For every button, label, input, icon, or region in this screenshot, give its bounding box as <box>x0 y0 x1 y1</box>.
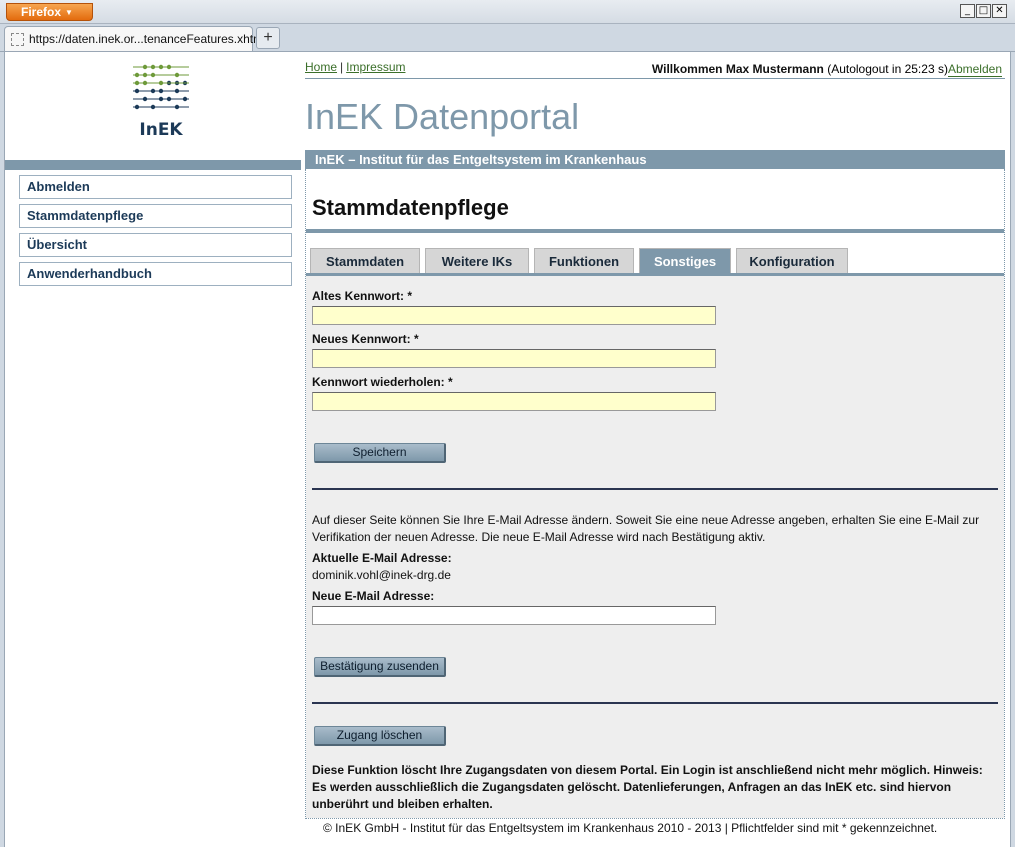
new-email-field[interactable] <box>312 606 716 625</box>
page-title: Stammdatenpflege <box>312 195 509 220</box>
autologout-timer: (Autologout in 25:23 s) <box>827 62 948 76</box>
tab-weitere-iks[interactable]: Weitere IKs <box>425 248 529 273</box>
institute-banner: InEK – Institut für das Entgeltsystem im… <box>305 150 1005 169</box>
new-email-label: Neue E-Mail Adresse: <box>312 589 435 603</box>
sidebar-item-stammdatenpflege[interactable]: Stammdatenpflege <box>19 204 292 228</box>
page-favicon-icon <box>11 33 24 46</box>
save-button[interactable]: Speichern <box>314 443 446 463</box>
page-footer: © InEK GmbH - Institut für das Entgeltsy… <box>323 821 938 835</box>
sidebar-item-anwenderhandbuch[interactable]: Anwenderhandbuch <box>19 262 292 286</box>
sonstiges-panel: Altes Kennwort: * Neues Kennwort: * Kenn… <box>306 276 1004 818</box>
browser-tabbar: https://daten.inek.or...tenanceFeatures.… <box>0 24 1015 52</box>
top-nav-links: Home | Impressum <box>305 60 405 74</box>
heading-divider <box>306 229 1004 233</box>
sidebar-item-uebersicht[interactable]: Übersicht <box>19 233 292 257</box>
old-password-field[interactable] <box>312 306 716 325</box>
browser-tab-title: https://daten.inek.or...tenanceFeatures.… <box>29 32 266 46</box>
browser-titlebar: Firefox ▼ _ □ ✕ <box>0 0 1015 24</box>
repeat-password-label: Kennwort wiederholen: * <box>312 375 453 389</box>
close-window-button[interactable]: ✕ <box>992 4 1007 18</box>
minimize-button[interactable]: _ <box>960 4 975 18</box>
delete-account-button[interactable]: Zugang löschen <box>314 726 446 746</box>
logout-link[interactable]: Abmelden <box>947 62 1002 77</box>
current-email-value: dominik.vohl@inek-drg.de <box>312 568 451 582</box>
new-password-field[interactable] <box>312 349 716 368</box>
new-tab-button[interactable]: + <box>256 27 280 49</box>
link-separator: | <box>340 60 344 74</box>
current-email-label: Aktuelle E-Mail Adresse: <box>312 551 452 565</box>
sidebar-item-abmelden[interactable]: Abmelden <box>19 175 292 199</box>
inek-logo: InEK <box>133 64 189 139</box>
email-info-text: Auf dieser Seite können Sie Ihre E-Mail … <box>312 513 980 544</box>
welcome-status: Willkommen Max Mustermann (Autologout in… <box>651 62 1002 77</box>
tab-sonstiges[interactable]: Sonstiges <box>639 248 731 273</box>
maximize-button[interactable]: □ <box>976 4 991 18</box>
main-content: Stammdatenpflege Stammdaten Weitere IKs … <box>305 169 1005 819</box>
tab-funktionen[interactable]: Funktionen <box>534 248 634 273</box>
dropdown-arrow-icon: ▼ <box>65 7 73 17</box>
browser-tab[interactable]: https://daten.inek.or...tenanceFeatures.… <box>4 26 266 51</box>
firefox-menu-label: Firefox <box>21 5 62 19</box>
tab-konfiguration[interactable]: Konfiguration <box>736 248 848 273</box>
tab-stammdaten[interactable]: Stammdaten <box>310 248 420 273</box>
send-confirmation-button[interactable]: Bestätigung zusenden <box>314 657 446 677</box>
new-password-label: Neues Kennwort: * <box>312 332 419 346</box>
repeat-password-field[interactable] <box>312 392 716 411</box>
section-divider <box>312 702 998 704</box>
welcome-text: Willkommen Max Mustermann <box>651 62 824 76</box>
header-divider <box>305 78 1005 79</box>
firefox-menu-button[interactable]: Firefox ▼ <box>6 3 93 21</box>
old-password-label: Altes Kennwort: * <box>312 289 413 303</box>
page-viewport: InEK Abmelden Stammdatenpflege Übersicht… <box>4 52 1011 847</box>
section-divider <box>312 488 998 490</box>
home-link[interactable]: Home <box>305 60 337 74</box>
delete-account-note: Diese Funktion löscht Ihre Zugangsdaten … <box>312 763 983 811</box>
sidebar-accent-bar <box>5 160 301 170</box>
logo-text: InEK <box>139 120 183 139</box>
portal-title: InEK Datenportal <box>305 96 580 137</box>
impressum-link[interactable]: Impressum <box>346 60 405 74</box>
